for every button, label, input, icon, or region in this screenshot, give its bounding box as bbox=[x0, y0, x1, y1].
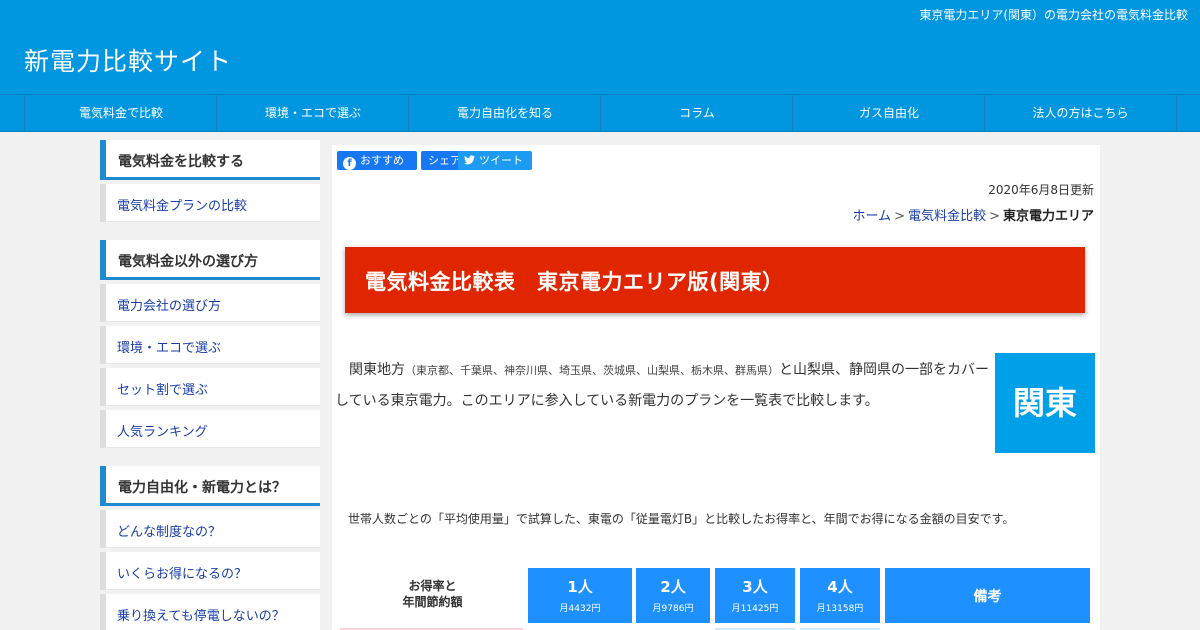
sidebar-heading-compare: 電気料金を比較する bbox=[100, 140, 320, 180]
facebook-icon: f bbox=[343, 157, 356, 170]
page-title: 電気料金比較表 東京電力エリア版(関東） bbox=[365, 270, 784, 294]
facebook-recommend-button[interactable]: f おすすめ bbox=[337, 151, 417, 170]
sidebar-item-system[interactable]: どんな制度なの？ bbox=[100, 510, 320, 548]
table-header-notes: 備考 bbox=[885, 568, 1090, 623]
breadcrumb-parent[interactable]: 電気料金比較 bbox=[908, 209, 986, 224]
table-row-label: お得率と 年間節約額 bbox=[402, 579, 463, 609]
sidebar-item-label: 電力会社の選び方 bbox=[117, 299, 222, 314]
main-content: f おすすめ シェア ツイート 2020年6月8日更新 ホーム > 電気料金比較 > 東京… bbox=[332, 145, 1100, 630]
breadcrumb-current: 東京電力エリア bbox=[1002, 209, 1094, 224]
nav-item-liberalization[interactable]: 電力自由化を知る bbox=[408, 95, 601, 132]
table-header-3people: 3人 月11425円 bbox=[715, 568, 795, 623]
sidebar-item-ranking[interactable]: 人気ランキング bbox=[100, 410, 320, 448]
sidebar-item-label: いくらお得になるの？ bbox=[117, 567, 248, 582]
nav-item-column[interactable]: コラム bbox=[600, 95, 793, 132]
facebook-share-button[interactable]: シェア bbox=[421, 151, 461, 170]
table-header-1person: 1人 月4432円 bbox=[528, 568, 632, 623]
sidebar-item-label: 乗り換えても停電しないの？ bbox=[117, 609, 285, 624]
sidebar-item-blackout[interactable]: 乗り換えても停電しないの？ bbox=[100, 594, 320, 630]
sidebar-heading-label: 電気料金以外の選び方 bbox=[118, 254, 258, 270]
sidebar-item-label: 電気料金プランの比較 bbox=[117, 199, 248, 214]
nav-item-price-compare[interactable]: 電気料金で比較 bbox=[24, 95, 217, 132]
sidebar-item-label: 環境・エコで選ぶ bbox=[117, 341, 222, 356]
area-badge: 関東 bbox=[995, 353, 1095, 453]
chevron-right-icon: > bbox=[989, 209, 1000, 224]
update-date: 2020年6月8日更新 bbox=[988, 183, 1094, 197]
sidebar-heading-label: 電力自由化・新電力とは？ bbox=[118, 480, 286, 496]
intro-prefecture-note: （東京都、千葉県、神奈川県、埼玉県、茨城県、山梨県、栃木県、群馬県） bbox=[405, 364, 779, 377]
sidebar-heading-other: 電気料金以外の選び方 bbox=[100, 240, 320, 280]
sidebar-item-bundle[interactable]: セット割で選ぶ bbox=[100, 368, 320, 406]
table-header-4people: 4人 月13158円 bbox=[800, 568, 880, 623]
nav-item-gas[interactable]: ガス自由化 bbox=[792, 95, 985, 132]
chevron-right-icon: > bbox=[894, 209, 906, 224]
sidebar-item-eco[interactable]: 環境・エコで選ぶ bbox=[100, 326, 320, 364]
table-header-2people: 2人 月9786円 bbox=[636, 568, 710, 623]
intro-before: 関東地方 bbox=[349, 362, 405, 378]
header-tagline: 東京電力エリア(関東）の電力会社の電気料金比較 bbox=[919, 8, 1188, 22]
twitter-bird-icon bbox=[464, 151, 475, 170]
site-title[interactable]: 新電力比較サイト bbox=[24, 42, 232, 78]
sidebar-heading-about: 電力自由化・新電力とは？ bbox=[100, 466, 320, 506]
sidebar-item-how-to-choose[interactable]: 電力会社の選び方 bbox=[100, 284, 320, 322]
page-title-box: 電気料金比較表 東京電力エリア版(関東） bbox=[345, 247, 1085, 313]
sidebar-item-plan-compare[interactable]: 電気料金プランの比較 bbox=[100, 184, 320, 222]
global-nav: 電気料金で比較 環境・エコで選ぶ 電力自由化を知る コラム ガス自由化 法人の方… bbox=[0, 94, 1200, 132]
intro-paragraph: 関東地方（東京都、千葉県、神奈川県、埼玉県、茨城県、山梨県、栃木県、群馬県）と山… bbox=[335, 355, 990, 416]
sidebar-heading-label: 電気料金を比較する bbox=[118, 154, 244, 170]
calculation-note: 世帯人数ごとの「平均使用量」で試算した、東電の「従量電灯B」と比較したお得率と、… bbox=[348, 512, 1015, 526]
nav-item-business[interactable]: 法人の方はこちら bbox=[984, 95, 1177, 132]
breadcrumb: ホーム > 電気料金比較 > 東京電力エリア bbox=[853, 205, 1094, 224]
sidebar-item-label: どんな制度なの？ bbox=[117, 525, 222, 540]
sidebar-item-label: 人気ランキング bbox=[117, 425, 208, 440]
nav-item-eco[interactable]: 環境・エコで選ぶ bbox=[216, 95, 409, 132]
breadcrumb-home[interactable]: ホーム bbox=[853, 209, 892, 224]
tweet-button[interactable]: ツイート bbox=[458, 151, 532, 170]
sidebar-item-savings[interactable]: いくらお得になるの？ bbox=[100, 552, 320, 590]
site-header: 東京電力エリア(関東）の電力会社の電気料金比較 新電力比較サイト bbox=[0, 0, 1200, 94]
sidebar-item-label: セット割で選ぶ bbox=[117, 383, 209, 398]
